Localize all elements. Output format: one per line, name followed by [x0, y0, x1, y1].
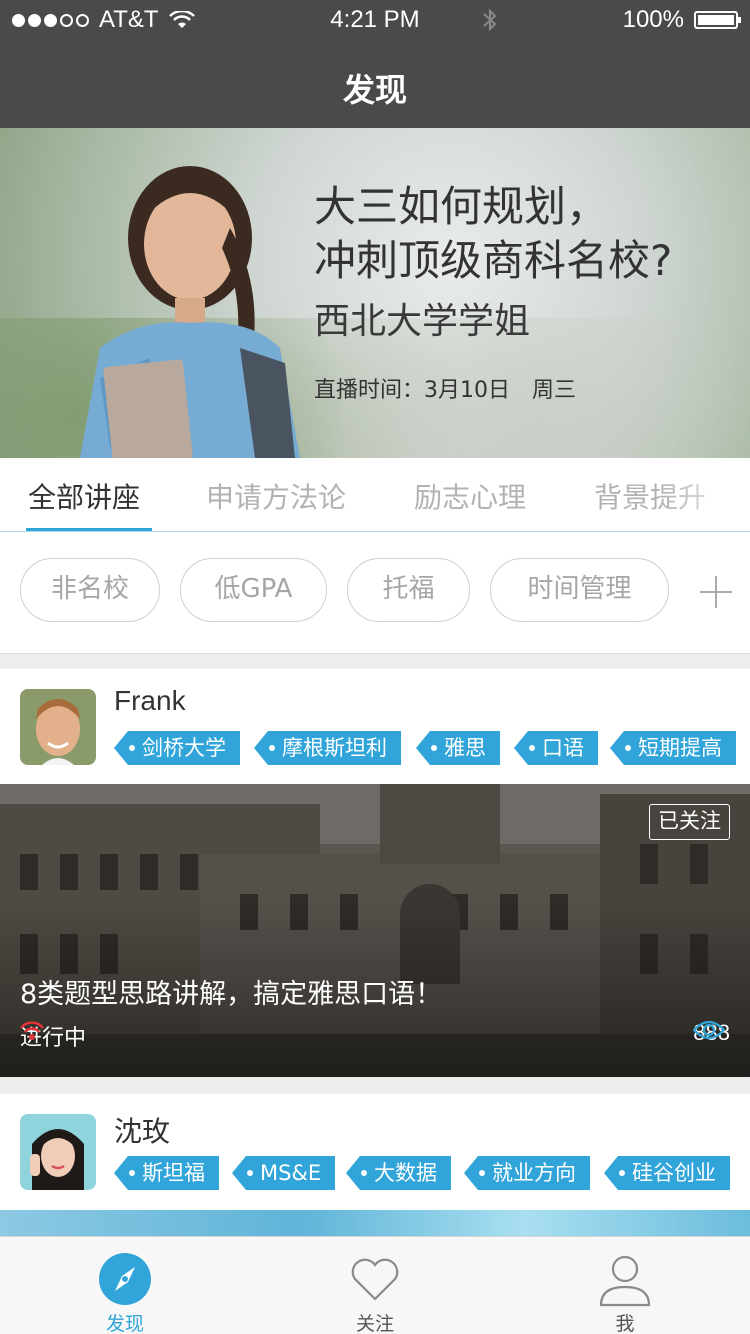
user-icon [599, 1255, 651, 1307]
bottom-tab-bar: 发现 关注 我 [0, 1236, 750, 1334]
featured-banner[interactable]: 大三如何规划， 冲刺顶级商科名校? 西北大学学姐 直播时间：3月10日 周三 [0, 128, 750, 458]
battery-percent: 100% [622, 6, 684, 33]
status-right: 100% [622, 6, 741, 34]
add-filter-icon[interactable] [700, 576, 732, 608]
filter-bar: 非名校 低GPA 托福 时间管理 [0, 532, 750, 654]
tab-following-label: 关注 [355, 1313, 394, 1334]
heart-icon [351, 1258, 399, 1301]
lecturer-name[interactable]: 沈玫 [114, 1110, 170, 1150]
tag[interactable]: 雅思 [416, 731, 500, 765]
lecture-card-header[interactable]: 沈玫 斯坦福 MS&E 大数据 就业方向 硅谷创业 [0, 1094, 750, 1210]
banner-line1: 大三如何规划， [314, 182, 609, 231]
tag[interactable]: 短期提高 [610, 731, 736, 765]
tag[interactable]: MS&E [232, 1156, 336, 1190]
tab-discover-label: 发现 [105, 1313, 144, 1334]
tab-me-label: 我 [615, 1313, 635, 1334]
tab-application-methods[interactable]: 申请方法论 [206, 476, 346, 516]
banner-subtitle: 西北大学学姐 [314, 301, 531, 342]
live-broadcast-icon [20, 1021, 44, 1040]
filter-pill[interactable]: 非名校 [20, 558, 160, 622]
nav-title: 发现 [0, 40, 750, 128]
filter-pill[interactable]: 托福 [347, 558, 470, 622]
lecturer-name[interactable]: Frank [114, 685, 186, 717]
lecture-card-header[interactable]: Frank 剑桥大学 摩根斯坦利 雅思 口语 短期提高 [0, 669, 750, 785]
tab-following[interactable]: 关注 [250, 1237, 500, 1334]
tag[interactable]: 就业方向 [464, 1156, 590, 1190]
filter-pill[interactable]: 低GPA [180, 558, 327, 622]
status-bar: AT&T 4:21 PM 100% [0, 0, 750, 40]
banner-line2: 冲刺顶级商科名校? [314, 236, 673, 285]
tab-me[interactable]: 我 [500, 1237, 750, 1334]
tag[interactable]: 斯坦福 [114, 1156, 219, 1190]
banner-headline: 大三如何规划， 冲刺顶级商科名校? [314, 180, 672, 288]
avatar[interactable] [20, 689, 96, 765]
view-count: 888 [693, 1020, 730, 1046]
lecture-cover[interactable]: 已关注 8类题型思路讲解，搞定雅思口语！ 进行中 888 [0, 784, 750, 1077]
tab-discover[interactable]: 发现 [0, 1237, 250, 1334]
followed-badge[interactable]: 已关注 [649, 804, 730, 840]
tab-all-lectures[interactable]: 全部讲座 [28, 476, 140, 516]
tabs-fade [660, 458, 750, 531]
tab-motivation[interactable]: 励志心理 [414, 476, 526, 516]
banner-student-photo [80, 166, 300, 458]
avatar[interactable] [20, 1114, 96, 1190]
filter-pill[interactable]: 时间管理 [490, 558, 669, 622]
bluetooth-icon [483, 8, 497, 32]
live-status: 进行中 [20, 1020, 86, 1052]
lecture-title: 8类题型思路讲解，搞定雅思口语！ [20, 979, 443, 1010]
tag[interactable]: 口语 [514, 731, 598, 765]
active-tab-indicator [26, 528, 152, 531]
tag[interactable]: 摩根斯坦利 [254, 731, 401, 765]
cover-gradient [0, 784, 750, 1077]
battery-icon [694, 11, 741, 29]
compass-icon [99, 1253, 151, 1305]
eye-icon [693, 1020, 726, 1040]
tag[interactable]: 硅谷创业 [604, 1156, 730, 1190]
banner-schedule: 直播时间：3月10日 周三 [314, 378, 576, 403]
tag[interactable]: 大数据 [346, 1156, 451, 1190]
category-tabs: 全部讲座 申请方法论 励志心理 背景提升 [0, 458, 750, 532]
tag[interactable]: 剑桥大学 [114, 731, 240, 765]
